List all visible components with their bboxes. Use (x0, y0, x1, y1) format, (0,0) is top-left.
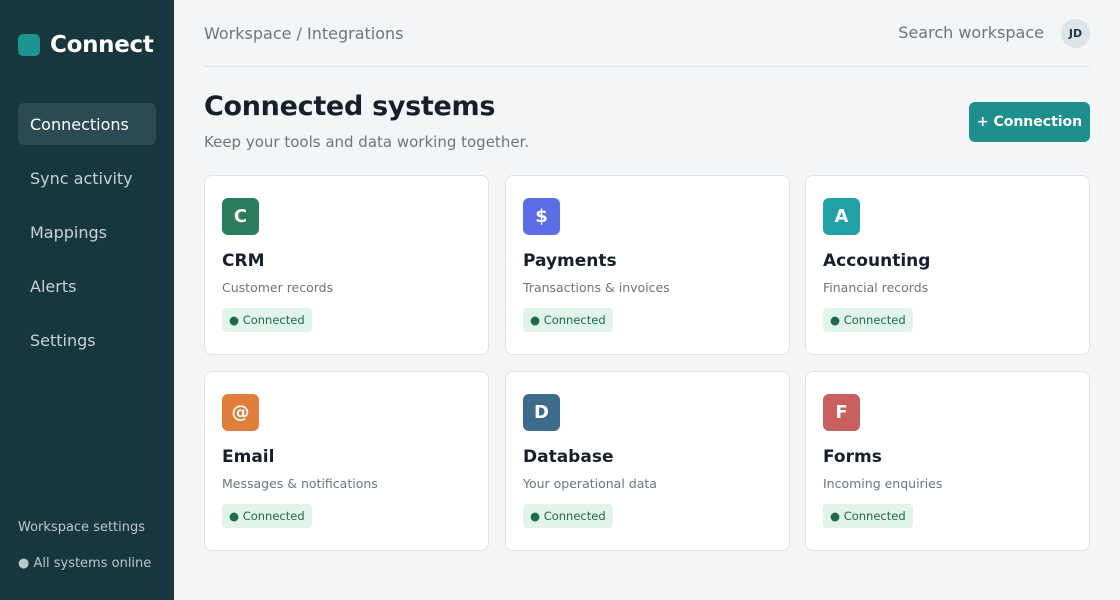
breadcrumb: Workspace / Integrations (204, 24, 404, 43)
card-payments[interactable]: $ Payments Transactions & invoices ● Con… (505, 175, 790, 355)
system-status: ● All systems online (18, 556, 152, 571)
email-icon: @ (222, 394, 259, 431)
card-title: Email (222, 447, 275, 467)
sidebar-item-settings[interactable]: Settings (18, 319, 156, 361)
card-description: Your operational data (523, 476, 657, 491)
card-accounting[interactable]: A Accounting Financial records ● Connect… (805, 175, 1090, 355)
workspace-settings-link[interactable]: Workspace settings (18, 520, 145, 535)
accounting-icon: A (823, 198, 860, 235)
card-description: Financial records (823, 280, 929, 295)
topbar: Workspace / Integrations Search workspac… (204, 0, 1090, 67)
database-icon: D (523, 394, 560, 431)
card-title: CRM (222, 251, 265, 271)
sidebar-item-alerts[interactable]: Alerts (18, 265, 156, 307)
sidebar-item-mappings[interactable]: Mappings (18, 211, 156, 253)
sidebar-item-connections[interactable]: Connections (18, 103, 156, 145)
sidebar-item-sync-activity[interactable]: Sync activity (18, 157, 156, 199)
brand-name: Connect (50, 32, 154, 58)
card-description: Customer records (222, 280, 334, 295)
card-description: Transactions & invoices (523, 280, 670, 295)
status-badge: ● Connected (222, 504, 312, 528)
add-connection-button[interactable]: + Connection (969, 102, 1090, 142)
search-input[interactable]: Search workspace (898, 23, 1044, 42)
card-email[interactable]: @ Email Messages & notifications ● Conne… (204, 371, 489, 551)
page-title: Connected systems (204, 91, 496, 122)
card-title: Accounting (823, 251, 931, 271)
card-description: Messages & notifications (222, 476, 378, 491)
card-title: Database (523, 447, 614, 467)
avatar[interactable]: JD (1061, 19, 1090, 48)
card-title: Payments (523, 251, 617, 271)
brand-logo[interactable]: Connect (18, 32, 154, 58)
status-badge: ● Connected (823, 308, 913, 332)
card-description: Incoming enquiries (823, 476, 943, 491)
card-crm[interactable]: C CRM Customer records ● Connected (204, 175, 489, 355)
status-badge: ● Connected (523, 504, 613, 528)
crm-icon: C (222, 198, 259, 235)
sidebar: Connect Connections Sync activity Mappin… (0, 0, 174, 600)
status-badge: ● Connected (523, 308, 613, 332)
status-badge: ● Connected (222, 308, 312, 332)
brand-mark-icon (18, 34, 40, 56)
card-forms[interactable]: F Forms Incoming enquiries ● Connected (805, 371, 1090, 551)
payments-icon: $ (523, 198, 560, 235)
page-subtitle: Keep your tools and data working togethe… (204, 133, 530, 151)
main-content: Workspace / Integrations Search workspac… (174, 0, 1120, 600)
card-title: Forms (823, 447, 882, 467)
status-badge: ● Connected (823, 504, 913, 528)
card-database[interactable]: D Database Your operational data ● Conne… (505, 371, 790, 551)
forms-icon: F (823, 394, 860, 431)
